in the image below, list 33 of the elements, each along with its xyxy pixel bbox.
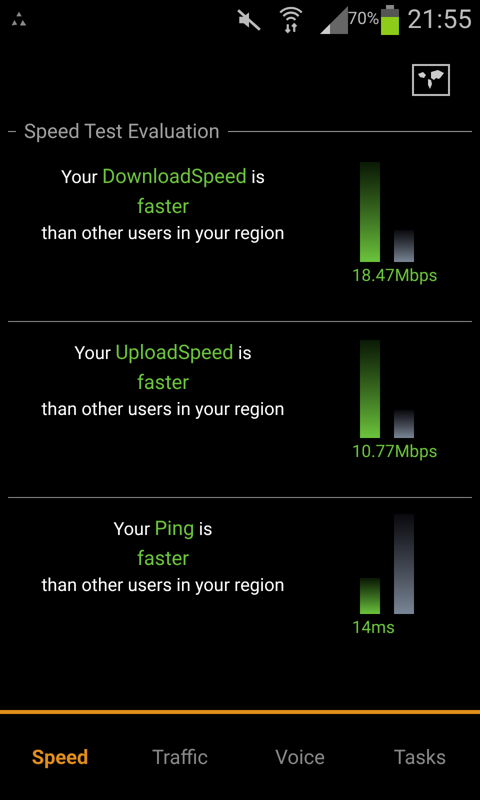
wifi-icon: [278, 6, 304, 34]
metric-name: Ping: [154, 516, 194, 540]
comparison-text: than other users in your region: [42, 398, 284, 422]
clock: 21:55: [407, 4, 472, 36]
sentence-verb: is: [251, 167, 265, 188]
region-bar: [394, 230, 414, 262]
speed-reading: 14ms: [352, 617, 395, 640]
metric-name: UploadSpeed: [115, 340, 234, 364]
verdict: faster: [136, 545, 190, 572]
mute-icon: [236, 7, 262, 33]
region-bar: [394, 410, 414, 438]
metric-name: DownloadSpeed: [102, 164, 247, 188]
tab[interactable]: Tasks: [360, 714, 480, 800]
sentence-verb: is: [198, 519, 212, 540]
speed-reading: 10.77Mbps: [352, 441, 438, 464]
comparison-text: than other users in your region: [42, 222, 284, 246]
comparison-text: than other users in your region: [42, 574, 284, 598]
speed-reading: 18.47Mbps: [352, 265, 438, 288]
verdict: faster: [136, 193, 190, 220]
battery-percent: 70%: [348, 8, 380, 32]
sentence-start: Your: [61, 167, 98, 188]
map-button[interactable]: [412, 64, 450, 96]
verdict: faster: [136, 369, 190, 396]
sentence-start: Your: [74, 343, 111, 364]
sentence-verb: is: [238, 343, 252, 364]
tab[interactable]: Voice: [240, 714, 360, 800]
signal-icon: [320, 6, 348, 34]
section-title: Speed Test Evaluation: [24, 118, 220, 145]
tab[interactable]: Traffic: [120, 714, 240, 800]
tab[interactable]: Speed: [0, 714, 120, 800]
sentence-start: Your: [114, 519, 150, 540]
user-bar: [360, 578, 380, 614]
battery-icon: [381, 5, 400, 35]
